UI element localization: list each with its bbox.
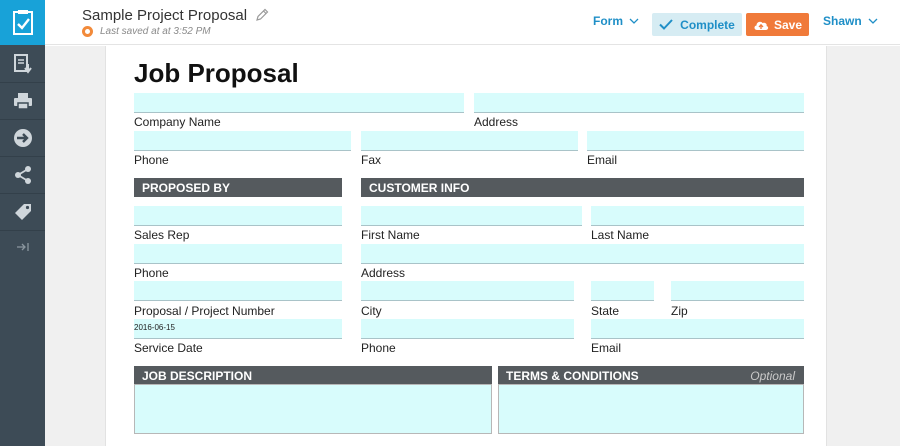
proposed-by-header: PROPOSED BY — [134, 178, 342, 197]
first-name-label: First Name — [361, 228, 420, 242]
tag-icon — [14, 204, 31, 220]
city-field[interactable] — [361, 281, 574, 301]
form-title: Job Proposal — [134, 58, 299, 88]
zip-label: Zip — [671, 304, 688, 318]
job-description-textarea[interactable] — [134, 384, 492, 434]
forward-arrow-icon — [13, 129, 32, 147]
form-menu-label: Form — [593, 14, 623, 28]
phone-field[interactable] — [134, 131, 351, 151]
user-name: Shawn — [823, 14, 862, 28]
customer-address-field[interactable] — [361, 244, 804, 264]
customer-address-label: Address — [361, 266, 406, 280]
address-label: Address — [474, 115, 519, 129]
document-download-icon — [13, 54, 32, 74]
customer-info-header: CUSTOMER INFO — [361, 178, 804, 197]
rep-phone-field[interactable] — [134, 244, 342, 264]
company-name-label: Company Name — [134, 115, 221, 129]
share-icon — [14, 166, 31, 184]
sidebar — [0, 0, 45, 446]
terms-header: TERMS & CONDITIONS Optional — [498, 366, 804, 385]
user-status-icon — [82, 26, 93, 37]
proposal-number-label: Proposal / Project Number — [134, 304, 275, 318]
last-saved-text: Last saved at at 3:52 PM — [100, 26, 211, 37]
state-label: State — [591, 304, 620, 318]
sidebar-item-tag[interactable] — [0, 194, 45, 231]
optional-tag: Optional — [750, 369, 795, 383]
city-label: City — [361, 304, 382, 318]
sidebar-item-download[interactable] — [0, 46, 45, 83]
sidebar-item-forward[interactable] — [0, 120, 45, 157]
company-name-field[interactable] — [134, 93, 464, 113]
job-description-header: JOB DESCRIPTION — [134, 366, 492, 385]
collapse-arrow-icon — [16, 243, 29, 251]
fax-label: Fax — [361, 153, 382, 167]
checkmark-icon — [659, 19, 673, 30]
printer-icon — [13, 93, 32, 110]
sales-rep-label: Sales Rep — [134, 228, 190, 242]
customer-phone-field[interactable] — [361, 319, 574, 339]
top-bar: Sample Project Proposal Last saved at at… — [45, 0, 900, 45]
chevron-down-icon — [868, 18, 878, 24]
sales-rep-field[interactable] — [134, 206, 342, 226]
complete-button-label: Complete — [680, 17, 735, 32]
form-menu[interactable]: Form — [593, 14, 639, 28]
terms-header-label: TERMS & CONDITIONS — [506, 369, 639, 383]
chevron-down-icon — [629, 18, 639, 24]
customer-email-label: Email — [591, 341, 622, 355]
rep-phone-label: Phone — [134, 266, 169, 280]
service-date-label: Service Date — [134, 341, 203, 355]
sidebar-collapse-toggle[interactable] — [0, 236, 45, 258]
edit-pencil-icon[interactable] — [255, 8, 269, 27]
save-status: Last saved at at 3:52 PM — [82, 26, 211, 37]
sidebar-item-share[interactable] — [0, 157, 45, 194]
cloud-upload-icon — [754, 21, 769, 30]
email-label: Email — [587, 153, 618, 167]
phone-label: Phone — [134, 153, 169, 167]
complete-button[interactable]: Complete — [652, 13, 742, 36]
save-button[interactable]: Save — [746, 13, 809, 36]
terms-textarea[interactable] — [498, 384, 804, 434]
form-check-icon — [12, 9, 33, 35]
sidebar-item-print[interactable] — [0, 83, 45, 120]
state-field[interactable] — [591, 281, 654, 301]
document-title[interactable]: Sample Project Proposal — [82, 7, 247, 24]
last-name-field[interactable] — [591, 206, 804, 226]
last-name-label: Last Name — [591, 228, 650, 242]
save-button-label: Save — [773, 17, 803, 32]
fax-field[interactable] — [361, 131, 578, 151]
first-name-field[interactable] — [361, 206, 582, 226]
address-field[interactable] — [474, 93, 804, 113]
customer-phone-label: Phone — [361, 341, 396, 355]
proposal-number-field[interactable] — [134, 281, 342, 301]
customer-email-field[interactable] — [591, 319, 804, 339]
zip-field[interactable] — [671, 281, 804, 301]
user-menu[interactable]: Shawn — [823, 14, 878, 28]
email-field[interactable] — [587, 131, 804, 151]
service-date-field[interactable]: 2016-06-15 — [134, 319, 342, 339]
app-logo[interactable] — [0, 0, 45, 45]
